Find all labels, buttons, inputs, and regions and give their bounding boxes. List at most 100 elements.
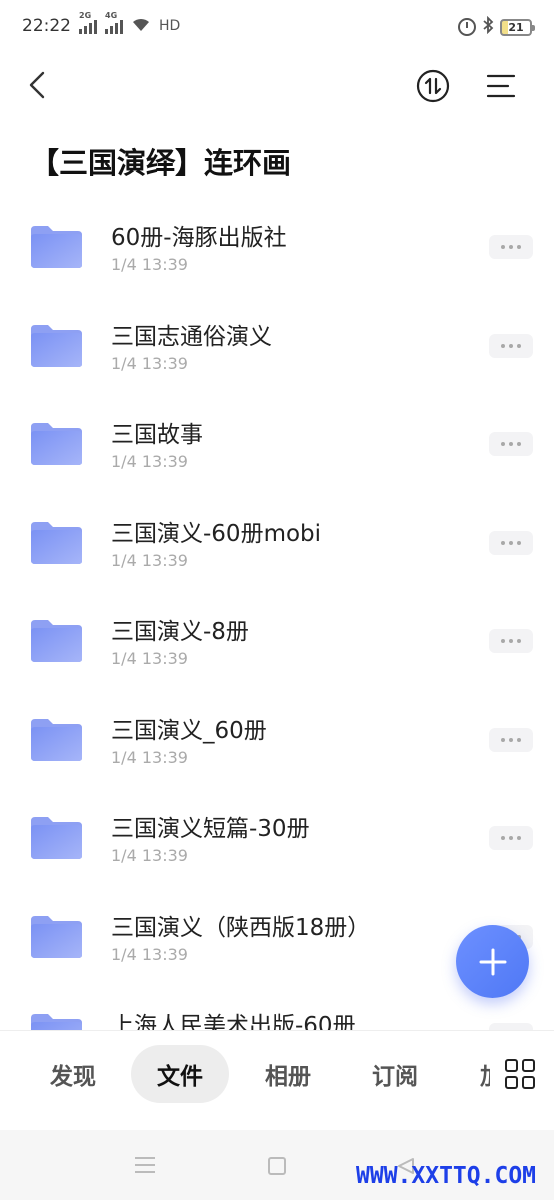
bluetooth-icon — [482, 15, 494, 38]
more-button[interactable] — [489, 1023, 533, 1030]
add-button[interactable] — [456, 925, 529, 998]
more-dot — [509, 442, 513, 446]
status-time: 22:22 — [22, 16, 71, 36]
more-dot — [517, 245, 521, 249]
back-icon — [29, 71, 45, 99]
tab-label: 加 — [480, 1057, 490, 1091]
file-row[interactable]: 三国志通俗演义 1/4 13:39 — [0, 299, 554, 398]
folder-icon — [31, 915, 82, 958]
more-dot — [501, 343, 505, 348]
more-dot — [501, 836, 505, 840]
file-name: 三国演义-8册 — [111, 619, 249, 645]
more-button[interactable] — [489, 826, 533, 850]
file-name: 上海人民美术出版-60册 — [111, 1013, 356, 1030]
file-name: 三国演义短篇-30册 — [111, 816, 310, 842]
sort-button[interactable] — [416, 69, 450, 103]
file-date: 1/4 13:39 — [111, 255, 188, 274]
more-dot — [501, 639, 505, 643]
more-button[interactable] — [489, 432, 533, 456]
tab-label: 相册 — [265, 1064, 311, 1090]
file-date: 1/4 13:39 — [111, 649, 188, 668]
more-dot — [509, 245, 513, 249]
more-dot — [501, 737, 505, 742]
more-button[interactable] — [489, 333, 533, 358]
more-dot — [517, 836, 521, 840]
file-name: 三国演义（陕西版18册） — [111, 914, 371, 941]
signal-icon-sim2: 4G — [105, 11, 123, 34]
folder-icon — [31, 423, 82, 465]
file-date: 1/4 13:39 — [111, 944, 188, 964]
wifi-icon — [131, 16, 151, 36]
file-date: 1/4 13:39 — [111, 747, 188, 767]
more-button[interactable] — [489, 629, 533, 653]
more-dot — [517, 343, 521, 348]
file-row[interactable]: 60册-海豚出版社 1/4 13:39 — [0, 200, 554, 299]
folder-icon — [31, 620, 82, 662]
more-dot — [509, 639, 513, 643]
network-type-sim2: 4G — [105, 11, 118, 20]
page-title: 【三国演绎】连环画 — [30, 146, 292, 180]
folder-icon — [31, 226, 82, 268]
tab-partial[interactable]: 加 — [480, 1045, 490, 1103]
file-date: 1/4 13:39 — [111, 353, 188, 373]
tab-files[interactable]: 文件 — [131, 1045, 229, 1103]
folder-icon — [31, 1014, 82, 1030]
more-dot — [517, 639, 521, 643]
more-button[interactable] — [489, 727, 533, 752]
network-type-sim1: 2G — [79, 11, 92, 20]
file-row[interactable]: 三国演义-8册 1/4 13:39 — [0, 594, 554, 693]
status-right: 21 — [458, 15, 535, 38]
sort-icon — [416, 69, 450, 103]
plus-icon — [479, 948, 506, 975]
tab-discover[interactable]: 发现 — [30, 1045, 116, 1103]
tab-albums[interactable]: 相册 — [245, 1045, 331, 1103]
nav-menu-icon[interactable] — [135, 1157, 155, 1173]
file-name: 三国演义-60册mobi — [111, 520, 322, 547]
nav-home-icon[interactable] — [268, 1157, 286, 1175]
folder-icon — [31, 817, 82, 859]
more-dot — [517, 540, 521, 545]
file-date: 1/4 13:39 — [111, 452, 188, 471]
more-dot — [509, 343, 513, 348]
signal-icon-sim1: 2G — [79, 11, 97, 34]
file-date: 1/4 13:39 — [111, 846, 188, 865]
more-dot — [501, 540, 505, 545]
battery-icon: 21 — [500, 18, 535, 36]
more-button[interactable] — [489, 235, 533, 259]
file-row[interactable]: 三国演义短篇-30册 1/4 13:39 — [0, 791, 554, 890]
tab-label: 文件 — [157, 1064, 203, 1090]
more-dot — [509, 737, 513, 742]
file-date: 1/4 13:39 — [111, 550, 188, 570]
file-name: 三国志通俗演义 — [111, 323, 272, 350]
file-name: 三国演义_60册 — [111, 717, 267, 744]
tab-label: 订阅 — [372, 1064, 418, 1090]
more-dot — [509, 540, 513, 545]
file-row[interactable]: 三国演义-60册mobi 1/4 13:39 — [0, 496, 554, 595]
file-list: 60册-海豚出版社 1/4 13:39 三国志通俗演义 1/4 13:39 三国… — [0, 200, 554, 1030]
watermark: WWW.XXTTQ.COM — [356, 1163, 537, 1189]
back-button[interactable] — [20, 68, 54, 102]
folder-icon — [31, 521, 82, 564]
bottom-tab-bar: 发现 文件 相册 订阅 加 — [0, 1030, 554, 1130]
more-button[interactable] — [489, 530, 533, 555]
tab-subscriptions[interactable]: 订阅 — [352, 1045, 438, 1103]
file-row[interactable]: 上海人民美术出版-60册 — [0, 988, 554, 1030]
grid-icon[interactable] — [504, 1058, 536, 1090]
battery-level: 21 — [508, 20, 524, 34]
folder-icon — [31, 324, 82, 367]
more-dot — [517, 442, 521, 446]
more-dot — [509, 836, 513, 840]
file-name: 三国故事 — [111, 422, 203, 448]
file-row[interactable]: 三国演义_60册 1/4 13:39 — [0, 693, 554, 792]
alarm-icon — [458, 18, 476, 36]
menu-icon — [486, 74, 516, 98]
menu-button[interactable] — [484, 69, 518, 103]
more-dot — [501, 442, 505, 446]
status-left: 22:22 2G 4G HD — [22, 11, 181, 36]
file-row[interactable]: 三国故事 1/4 13:39 — [0, 397, 554, 496]
folder-icon — [31, 718, 82, 761]
tab-label: 发现 — [50, 1064, 96, 1090]
more-dot — [517, 737, 521, 742]
hd-label: HD — [159, 18, 181, 34]
more-dot — [501, 245, 505, 249]
